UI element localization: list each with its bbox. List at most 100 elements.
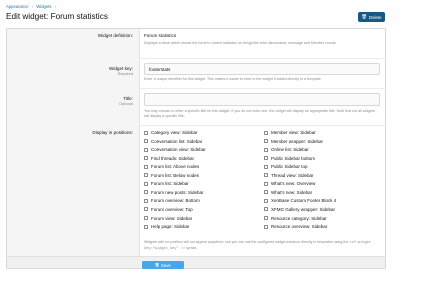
checkbox-box[interactable] (144, 224, 148, 229)
checkbox-box[interactable] (264, 147, 268, 152)
position-checkbox[interactable]: Forum overview: Top (144, 207, 193, 212)
widget-key-input[interactable]: footerstats (144, 63, 380, 75)
positions-hint-text: Widgets with no position will not appear… (144, 240, 349, 244)
position-checkbox[interactable]: What's new: Sidebar (264, 190, 312, 195)
title-optional: Optional (118, 102, 133, 106)
checkbox-box[interactable] (144, 190, 148, 195)
position-label: What's new: Sidebar (271, 189, 313, 195)
position-label: Conversation list: Sidebar (151, 138, 203, 144)
breadcrumb-item-appearance[interactable]: Appearance (6, 4, 29, 9)
position-label: Resource category: Sidebar (271, 215, 327, 221)
breadcrumb-item-widgets[interactable]: Widgets (36, 4, 51, 9)
position-label: Forum overview: Bottom (151, 198, 200, 204)
checkbox-box[interactable] (264, 164, 268, 169)
position-checkbox[interactable]: Forum new posts: Sidebar (144, 190, 204, 195)
widget-key-hint: Enter a unique identifier for this widge… (144, 77, 322, 81)
position-label: Thread view: Sidebar (271, 172, 314, 178)
position-checkbox[interactable]: XFMG Gallery wrapper: Sidebar (264, 207, 335, 212)
position-checkbox[interactable]: What's new: Overview (264, 181, 315, 186)
divider (140, 125, 386, 126)
position-label: Forum list: Sidebar (151, 181, 189, 187)
save-icon: 🖫︎ (155, 262, 159, 267)
position-checkbox[interactable]: Conversation view: Sidebar (144, 147, 206, 152)
position-checkbox[interactable]: Public Sidebar bottom (264, 156, 315, 161)
position-checkbox[interactable]: Find threads: Sidebar (144, 156, 194, 161)
position-label: Conversation view: Sidebar (151, 147, 206, 153)
checkbox-box[interactable] (264, 139, 268, 144)
checkbox-box[interactable] (264, 130, 268, 135)
position-label: Help page: Sidebar (151, 224, 190, 230)
position-checkbox[interactable]: XenBase Custom Footer Block 4 (264, 198, 336, 203)
definition-value: Forum statistics (144, 33, 177, 38)
position-label: Forum list: Above nodes (151, 164, 200, 170)
position-checkbox[interactable]: Public Sidebar top (264, 164, 308, 169)
checkbox-box[interactable] (144, 139, 148, 144)
checkbox-box[interactable] (264, 224, 268, 229)
position-label: Online list: Sidebar (271, 147, 309, 153)
position-checkbox[interactable]: Forum overview: Bottom (144, 198, 200, 203)
position-label: Public Sidebar bottom (271, 155, 316, 161)
widget-form: Widget definition: Forum statistics Disp… (6, 28, 386, 269)
title-label: Title: (123, 96, 133, 101)
position-checkbox[interactable]: Member wrapper: Sidebar (264, 139, 323, 144)
checkbox-box[interactable] (264, 181, 268, 186)
position-checkbox[interactable]: Help page: Sidebar (144, 224, 190, 229)
trash-icon: 🗑︎ (361, 14, 367, 19)
widget-key-required: Required (117, 72, 133, 76)
definition-description: Displays a block which shows the forum's… (144, 41, 337, 45)
checkbox-box[interactable] (144, 198, 148, 203)
position-label: What's new: Overview (271, 181, 316, 187)
save-button[interactable]: 🖫︎ Save (142, 261, 184, 269)
divider (140, 58, 386, 59)
checkbox-box[interactable] (144, 164, 148, 169)
save-button-label: Save (160, 262, 171, 268)
form-footer (7, 256, 385, 268)
checkbox-box[interactable] (144, 156, 148, 161)
breadcrumb-separator-icon: › (54, 4, 57, 9)
position-label: XenBase Custom Footer Block 4 (271, 198, 337, 204)
delete-button-label: Delete (368, 14, 382, 20)
position-checkbox[interactable]: Online list: Sidebar (264, 147, 309, 152)
position-checkbox[interactable]: Conversation list: Sidebar (144, 139, 202, 144)
checkbox-box[interactable] (264, 198, 268, 203)
position-checkbox[interactable]: Category view: Sidebar (144, 130, 198, 135)
position-checkbox[interactable]: Forum view: Sidebar (144, 216, 192, 221)
definition-label: Widget definition: (97, 33, 133, 38)
checkbox-box[interactable] (264, 190, 268, 195)
delete-button[interactable]: 🗑︎ Delete (358, 12, 385, 22)
page-title: Edit widget: Forum statistics (6, 12, 108, 21)
checkbox-box[interactable] (144, 147, 148, 152)
divider (140, 88, 386, 89)
position-label: Category view: Sidebar (151, 130, 198, 135)
checkbox-box[interactable] (144, 207, 148, 212)
position-checkbox[interactable]: Forum list: Sidebar (144, 181, 189, 186)
position-label: Forum list: Below nodes (151, 172, 200, 178)
checkbox-box[interactable] (264, 173, 268, 178)
position-label: Resource overview: Sidebar (271, 224, 328, 230)
positions-label: Display in positions: (92, 130, 133, 135)
position-label: Member view: Sidebar (271, 130, 316, 135)
positions-hint: Widgets with no position will not appear… (144, 240, 380, 252)
position-label: Member wrapper: Sidebar (271, 138, 324, 144)
position-checkbox[interactable]: Forum list: Above nodes (144, 164, 199, 169)
position-checkbox[interactable]: Resource category: Sidebar (264, 216, 327, 221)
form-label-column (7, 29, 140, 268)
checkbox-box[interactable] (264, 216, 268, 220)
checkbox-box[interactable] (264, 156, 268, 161)
position-checkbox[interactable]: Thread view: Sidebar (264, 173, 314, 178)
checkbox-box[interactable] (144, 216, 148, 220)
position-checkbox[interactable]: Member view: Sidebar (264, 130, 316, 135)
breadcrumb: Appearance › Widgets › (6, 4, 58, 9)
checkbox-box[interactable] (144, 181, 148, 186)
position-checkbox[interactable]: Resource overview: Sidebar (264, 224, 327, 229)
checkbox-box[interactable] (144, 173, 148, 178)
widget-key-label: Widget key: (109, 66, 133, 71)
checkbox-box[interactable] (264, 207, 268, 212)
position-checkbox[interactable]: Forum list: Below nodes (144, 173, 199, 178)
position-label: Forum overview: Top (151, 206, 193, 212)
title-input[interactable] (144, 93, 380, 106)
checkbox-box[interactable] (144, 130, 148, 135)
position-label: Forum view: Sidebar (151, 215, 193, 221)
position-label: Forum new posts: Sidebar (151, 189, 204, 195)
position-label: XFMG Gallery wrapper: Sidebar (271, 206, 336, 212)
